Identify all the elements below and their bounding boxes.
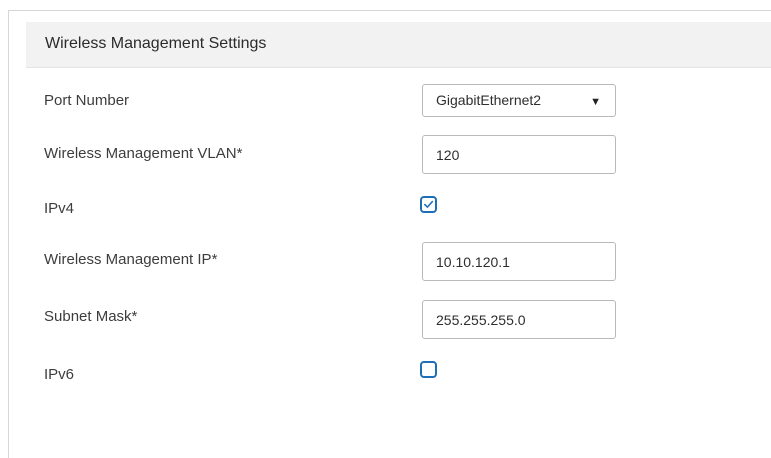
subnet-mask-label: Subnet Mask*	[44, 308, 138, 325]
mgmt-vlan-input[interactable]	[422, 135, 616, 174]
subnet-mask-input[interactable]	[422, 300, 616, 339]
section-header: Wireless Management Settings	[26, 22, 771, 68]
settings-panel	[8, 10, 771, 458]
mgmt-vlan-label: Wireless Management VLAN*	[44, 145, 243, 162]
ipv6-checkbox[interactable]	[420, 361, 437, 378]
mgmt-ip-input[interactable]	[422, 242, 616, 281]
ipv4-label: IPv4	[44, 200, 75, 217]
mgmt-ip-label: Wireless Management IP*	[44, 251, 218, 268]
section-title: Wireless Management Settings	[45, 35, 267, 52]
checkmark-icon	[424, 200, 434, 208]
port-number-label: Port Number	[44, 92, 130, 109]
port-number-value: GigabitEthernet2	[436, 92, 542, 108]
ipv6-label: IPv6	[44, 366, 75, 383]
port-number-select[interactable]: GigabitEthernet2 ▼	[422, 84, 616, 117]
chevron-down-icon: ▼	[590, 96, 601, 108]
ipv4-checkbox[interactable]	[420, 196, 437, 213]
